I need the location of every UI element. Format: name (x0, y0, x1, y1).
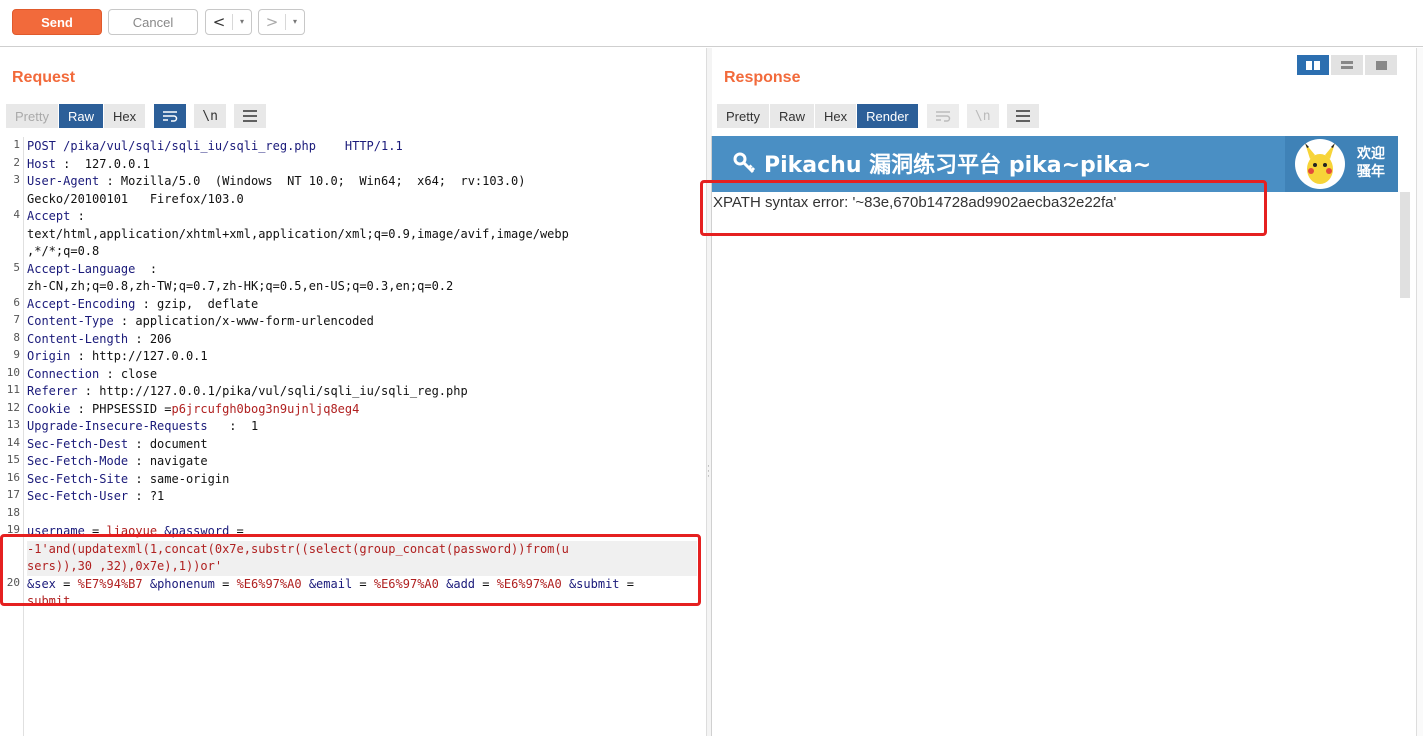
code-line: Content-Length : 206 (27, 331, 172, 346)
back-button[interactable]: < ▾ (205, 9, 252, 35)
tab-pretty[interactable]: Pretty (6, 104, 59, 128)
pikachu-avatar (1295, 139, 1345, 189)
line-number: 16 (6, 470, 20, 484)
request-tabs: Pretty Raw Hex \n (6, 104, 267, 128)
line-number: 2 (13, 155, 20, 169)
request-title: Request (12, 69, 76, 86)
menu-icon[interactable] (1006, 104, 1039, 128)
tab-pretty[interactable]: Pretty (717, 104, 770, 128)
code-line: Upgrade-Insecure-Requests : 1 (27, 419, 259, 433)
tab-hex[interactable]: Hex (103, 104, 147, 128)
line-number: 17 (6, 488, 20, 501)
menu-icon[interactable] (234, 104, 267, 128)
site-title: Pikachu 漏洞练习平台 pika~pika~ (764, 153, 1152, 178)
line-number: 15 (6, 453, 20, 466)
chevron-down-icon[interactable]: ▾ (285, 14, 304, 30)
code-line: zh-CN,zh;q=0.8,zh-TW;q=0.7,zh-HK;q=0.5,e… (27, 279, 454, 293)
chevron-right-icon: > (265, 13, 279, 31)
request-editor[interactable]: 1 POST /pika/vul/sqli/sqli_iu/sqli_reg.ph… (0, 137, 706, 736)
layout-toggle (1297, 55, 1397, 75)
code-line: Content-Type : application/x-www-form-ur… (27, 314, 374, 328)
forward-button[interactable]: > ▾ (258, 9, 305, 35)
highlight-box-error (700, 180, 1267, 236)
wrap-icon (926, 104, 959, 128)
welcome-text: 欢迎 骚年 (1357, 146, 1385, 180)
code-line: Sec-Fetch-Site : same-origin (27, 471, 230, 486)
line-number: 6 (13, 295, 20, 309)
response-title: Response (724, 69, 801, 86)
code-line: Sec-Fetch-Mode : navigate (27, 454, 208, 468)
code-line: Accept-Encoding : gzip, deflate (27, 296, 259, 311)
line-number: 7 (13, 313, 20, 326)
split-horizontal-icon[interactable] (1297, 55, 1329, 75)
scrollbar[interactable] (1400, 192, 1410, 298)
header-user-area: 欢迎 骚年 (1285, 136, 1398, 192)
code-line: Accept : (27, 209, 85, 223)
top-toolbar: Send Cancel < ▾ > ▾ (0, 0, 1423, 47)
code-line: Connection : close (27, 366, 158, 381)
code-line: POST /pika/vul/sqli/sqli_iu/sqli_reg.php… (27, 139, 403, 153)
key-icon (733, 152, 756, 174)
tab-raw[interactable]: Raw (58, 104, 104, 128)
line-number: 10 (6, 365, 20, 379)
code-line: Sec-Fetch-User : ?1 (27, 489, 165, 503)
line-number: 1 (13, 138, 20, 151)
split-vertical-icon[interactable] (1331, 55, 1363, 75)
newline-icon: \n (966, 104, 999, 128)
code-line: Referer : http://127.0.0.1/pika/vul/sqli… (27, 384, 468, 398)
wrap-icon[interactable] (154, 104, 187, 128)
code-line: ,*/*;q=0.8 (27, 244, 100, 258)
cancel-button[interactable]: Cancel (108, 9, 198, 35)
single-pane-icon[interactable] (1365, 55, 1397, 75)
line-number: 12 (6, 400, 20, 414)
tab-render[interactable]: Render (857, 104, 919, 128)
line-number: 5 (13, 260, 20, 274)
response-tabs: Pretty Raw Hex Render \n (717, 104, 1039, 128)
side-panel-edge[interactable] (1416, 48, 1423, 736)
code-line: Host : 127.0.0.1 (27, 156, 150, 171)
line-number: 13 (6, 418, 20, 431)
line-number: 9 (13, 348, 20, 361)
code-line: Gecko/20100101 Firefox/103.0 (27, 191, 244, 206)
line-number: 11 (6, 383, 20, 396)
chevron-down-icon[interactable]: ▾ (232, 14, 251, 30)
tab-raw[interactable]: Raw (769, 104, 815, 128)
line-number: 4 (13, 208, 20, 221)
line-number: 3 (13, 173, 20, 186)
chevron-left-icon: < (212, 13, 226, 31)
drag-handle-icon[interactable]: · · · (707, 463, 710, 482)
highlight-box-payload (0, 534, 701, 606)
code-line: User-Agent : Mozilla/5.0 (Windows NT 10.… (27, 174, 526, 188)
newline-icon[interactable]: \n (194, 104, 227, 128)
code-line: text/html,application/xhtml+xml,applicat… (27, 226, 569, 241)
code-line: Sec-Fetch-Dest : document (27, 436, 208, 451)
code-line: Accept-Language : (27, 261, 158, 276)
line-number: 18 (6, 505, 20, 519)
code-line: Origin : http://127.0.0.1 (27, 349, 208, 363)
code-line: Cookie : PHPSESSID =p6jrcufgh0bog3n9ujnl… (27, 401, 360, 416)
line-number: 14 (6, 435, 20, 449)
tab-hex[interactable]: Hex (814, 104, 858, 128)
site-logo: Pikachu 漏洞练习平台 pika~pika~ (732, 147, 1151, 179)
line-number: 8 (13, 330, 20, 344)
send-button[interactable]: Send (12, 9, 102, 35)
